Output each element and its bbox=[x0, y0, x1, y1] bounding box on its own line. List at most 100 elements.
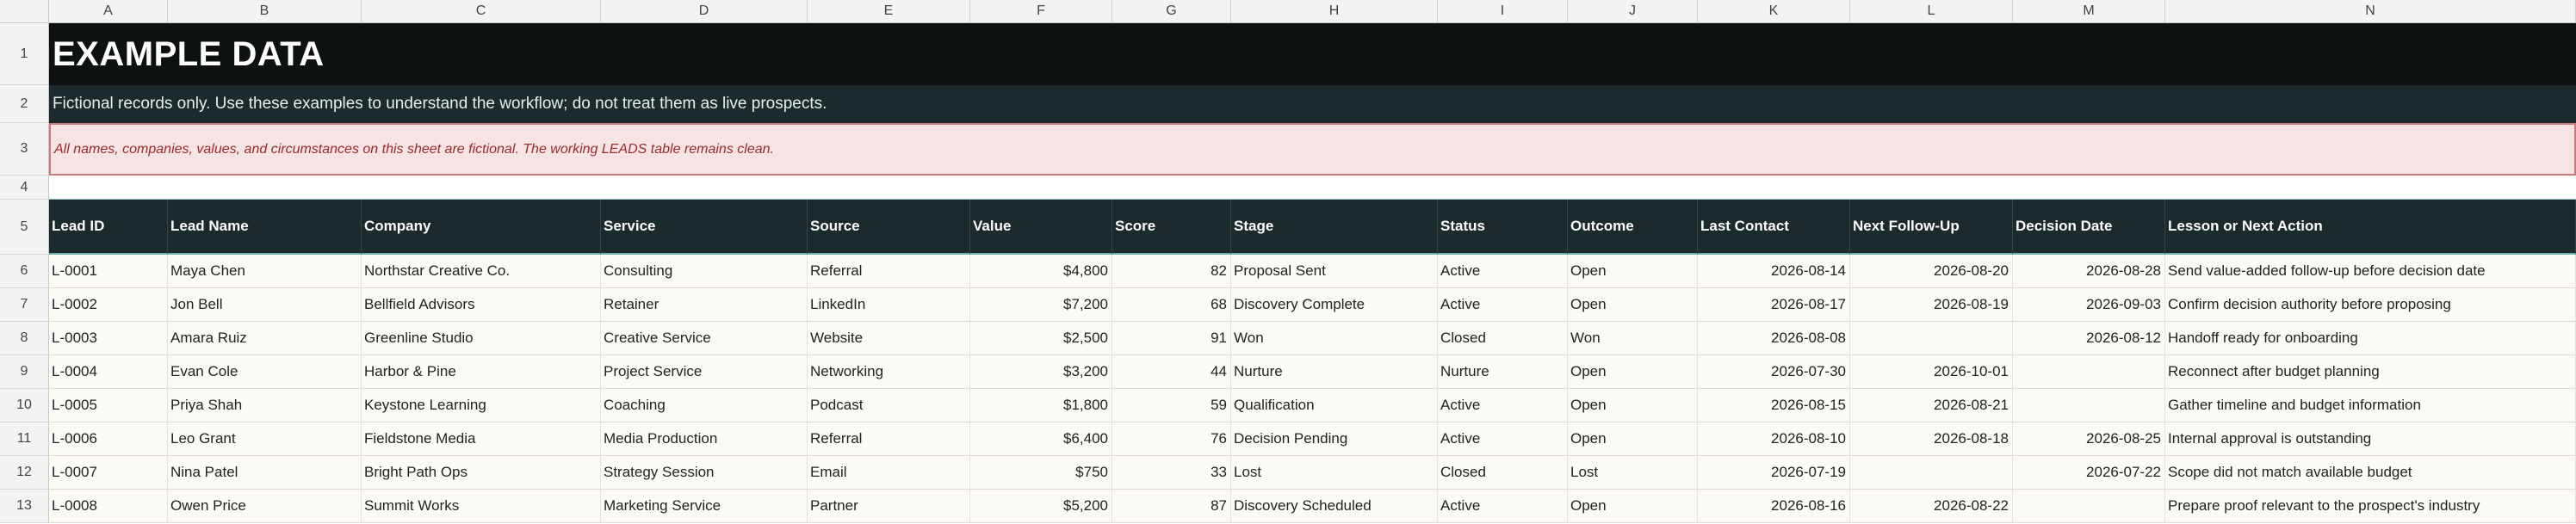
cell-status[interactable]: Active bbox=[1438, 490, 1568, 523]
cell-lead-id[interactable]: L-0001 bbox=[49, 255, 168, 288]
cell-decision-date[interactable]: 2026-08-28 bbox=[2013, 255, 2165, 288]
cell-next-follow-up[interactable] bbox=[1850, 322, 2013, 355]
cell-value[interactable]: $4,800 bbox=[970, 255, 1112, 288]
cell-source[interactable]: LinkedIn bbox=[808, 288, 970, 322]
header-lead-id[interactable]: Lead ID bbox=[49, 200, 168, 255]
column-header-g[interactable]: G bbox=[1112, 0, 1231, 22]
column-header-f[interactable]: F bbox=[970, 0, 1112, 22]
cell-lead-id[interactable]: L-0006 bbox=[49, 422, 168, 456]
cell-company[interactable]: Northstar Creative Co. bbox=[362, 255, 601, 288]
header-score[interactable]: Score bbox=[1112, 200, 1231, 255]
cell-stage[interactable]: Discovery Scheduled bbox=[1231, 490, 1438, 523]
cell-service[interactable]: Coaching bbox=[601, 389, 808, 422]
cell-stage[interactable]: Won bbox=[1231, 322, 1438, 355]
cell-value[interactable]: $5,200 bbox=[970, 490, 1112, 523]
cell-lead-name[interactable]: Evan Cole bbox=[168, 355, 362, 389]
cell-next-follow-up[interactable]: 2026-08-21 bbox=[1850, 389, 2013, 422]
header-last-contact[interactable]: Last Contact bbox=[1698, 200, 1850, 255]
header-next-follow-up[interactable]: Next Follow-Up bbox=[1850, 200, 2013, 255]
cell-outcome[interactable]: Open bbox=[1568, 389, 1698, 422]
cell-outcome[interactable]: Lost bbox=[1568, 456, 1698, 490]
cell-service[interactable]: Marketing Service bbox=[601, 490, 808, 523]
cell-source[interactable]: Referral bbox=[808, 255, 970, 288]
cell-service[interactable]: Strategy Session bbox=[601, 456, 808, 490]
row-header-2[interactable]: 2 bbox=[0, 85, 49, 123]
cell-next-follow-up[interactable]: 2026-08-22 bbox=[1850, 490, 2013, 523]
row-header-3[interactable]: 3 bbox=[0, 123, 49, 176]
cell-value[interactable]: $7,200 bbox=[970, 288, 1112, 322]
cell-lead-name[interactable]: Maya Chen bbox=[168, 255, 362, 288]
cell-outcome[interactable]: Won bbox=[1568, 322, 1698, 355]
cell-outcome[interactable]: Open bbox=[1568, 490, 1698, 523]
row-header-4[interactable]: 4 bbox=[0, 176, 49, 200]
cell-decision-date[interactable]: 2026-08-25 bbox=[2013, 422, 2165, 456]
column-header-c[interactable]: C bbox=[362, 0, 601, 22]
cell-lesson-next-action[interactable]: Send value-added follow-up before decisi… bbox=[2165, 255, 2576, 288]
cell-source[interactable]: Website bbox=[808, 322, 970, 355]
cell-score[interactable]: 82 bbox=[1112, 255, 1231, 288]
row-header-12[interactable]: 12 bbox=[0, 456, 49, 490]
header-source[interactable]: Source bbox=[808, 200, 970, 255]
cell-source[interactable]: Referral bbox=[808, 422, 970, 456]
row-header-7[interactable]: 7 bbox=[0, 288, 49, 322]
column-header-l[interactable]: L bbox=[1850, 0, 2013, 22]
cell-lead-name[interactable]: Jon Bell bbox=[168, 288, 362, 322]
cell-score[interactable]: 33 bbox=[1112, 456, 1231, 490]
cell-lesson-next-action[interactable]: Internal approval is outstanding bbox=[2165, 422, 2576, 456]
cell-stage[interactable]: Decision Pending bbox=[1231, 422, 1438, 456]
cell-value[interactable]: $750 bbox=[970, 456, 1112, 490]
cell-company[interactable]: Bright Path Ops bbox=[362, 456, 601, 490]
header-lesson-next-action[interactable]: Lesson or Next Action bbox=[2165, 200, 2576, 255]
cell-company[interactable]: Harbor & Pine bbox=[362, 355, 601, 389]
cell-outcome[interactable]: Open bbox=[1568, 422, 1698, 456]
cell-status[interactable]: Active bbox=[1438, 422, 1568, 456]
cell-lead-name[interactable]: Priya Shah bbox=[168, 389, 362, 422]
cell-last-contact[interactable]: 2026-08-14 bbox=[1698, 255, 1850, 288]
header-stage[interactable]: Stage bbox=[1231, 200, 1438, 255]
cell-outcome[interactable]: Open bbox=[1568, 355, 1698, 389]
cell-decision-date[interactable]: 2026-07-22 bbox=[2013, 456, 2165, 490]
cell-stage[interactable]: Qualification bbox=[1231, 389, 1438, 422]
column-header-e[interactable]: E bbox=[808, 0, 970, 22]
cell-lead-id[interactable]: L-0007 bbox=[49, 456, 168, 490]
cell-status[interactable]: Active bbox=[1438, 255, 1568, 288]
sheet-title-cell[interactable]: EXAMPLE DATA bbox=[49, 23, 2576, 85]
cell-stage[interactable]: Lost bbox=[1231, 456, 1438, 490]
column-header-b[interactable]: B bbox=[168, 0, 362, 22]
row-header-6[interactable]: 6 bbox=[0, 255, 49, 288]
header-value[interactable]: Value bbox=[970, 200, 1112, 255]
cell-lesson-next-action[interactable]: Handoff ready for onboarding bbox=[2165, 322, 2576, 355]
cell-value[interactable]: $1,800 bbox=[970, 389, 1112, 422]
cell-service[interactable]: Project Service bbox=[601, 355, 808, 389]
cell-lesson-next-action[interactable]: Reconnect after budget planning bbox=[2165, 355, 2576, 389]
cell-last-contact[interactable]: 2026-08-08 bbox=[1698, 322, 1850, 355]
row-header-5[interactable]: 5 bbox=[0, 200, 49, 255]
row-header-13[interactable]: 13 bbox=[0, 490, 49, 523]
cell-lead-name[interactable]: Nina Patel bbox=[168, 456, 362, 490]
row-header-8[interactable]: 8 bbox=[0, 322, 49, 355]
cell-status[interactable]: Closed bbox=[1438, 456, 1568, 490]
cell-source[interactable]: Networking bbox=[808, 355, 970, 389]
column-header-h[interactable]: H bbox=[1231, 0, 1438, 22]
fictional-notice-cell[interactable]: All names, companies, values, and circum… bbox=[49, 123, 2576, 176]
header-service[interactable]: Service bbox=[601, 200, 808, 255]
header-lead-name[interactable]: Lead Name bbox=[168, 200, 362, 255]
column-header-m[interactable]: M bbox=[2013, 0, 2165, 22]
cell-score[interactable]: 87 bbox=[1112, 490, 1231, 523]
cell-next-follow-up[interactable]: 2026-08-20 bbox=[1850, 255, 2013, 288]
column-header-n[interactable]: N bbox=[2165, 0, 2576, 22]
cell-lead-id[interactable]: L-0004 bbox=[49, 355, 168, 389]
row-header-9[interactable]: 9 bbox=[0, 355, 49, 389]
cell-company[interactable]: Greenline Studio bbox=[362, 322, 601, 355]
cell-lesson-next-action[interactable]: Confirm decision authority before propos… bbox=[2165, 288, 2576, 322]
select-all-corner[interactable] bbox=[0, 0, 49, 22]
header-status[interactable]: Status bbox=[1438, 200, 1568, 255]
header-decision-date[interactable]: Decision Date bbox=[2013, 200, 2165, 255]
cell-service[interactable]: Media Production bbox=[601, 422, 808, 456]
cell-company[interactable]: Bellfield Advisors bbox=[362, 288, 601, 322]
cell-last-contact[interactable]: 2026-08-16 bbox=[1698, 490, 1850, 523]
cell-lesson-next-action[interactable]: Scope did not match available budget bbox=[2165, 456, 2576, 490]
column-header-k[interactable]: K bbox=[1698, 0, 1850, 22]
cell-stage[interactable]: Nurture bbox=[1231, 355, 1438, 389]
cell-lead-name[interactable]: Owen Price bbox=[168, 490, 362, 523]
